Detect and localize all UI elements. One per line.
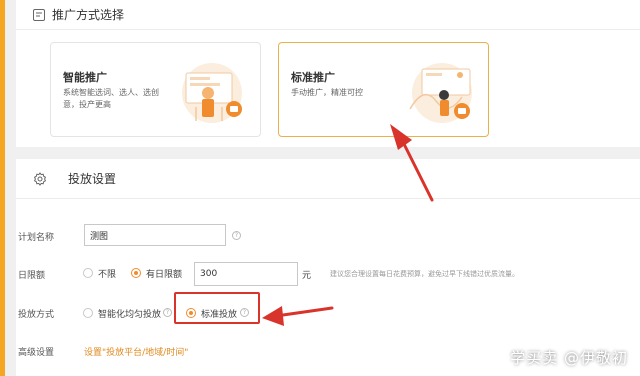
unlimited-radio[interactable] [83, 268, 93, 278]
promo-method-panel: 推广方式选择 智能推广 系统智能选词、选人、选创意，投产更高 标准推广 手动推广… [16, 0, 640, 147]
plan-name-help-icon[interactable]: ? [232, 231, 241, 240]
standard-promotion-card[interactable]: 标准推广 手动推广，精准可控 [278, 42, 489, 137]
delivery-method-label: 投放方式 [18, 310, 55, 320]
daily-limit-amount-input[interactable]: 300 [194, 262, 298, 286]
promo-method-title: 推广方式选择 [52, 8, 125, 22]
advanced-settings-label: 高级设置 [18, 348, 55, 358]
smart-promotion-title: 智能推广 [63, 71, 107, 84]
delivery-settings-title: 投放设置 [68, 172, 117, 186]
gear-icon [33, 171, 47, 186]
promo-method-header: 推广方式选择 [16, 0, 640, 30]
smart-promotion-illustration [182, 63, 242, 123]
watermark-text: 学买卖 @伊敬初 [510, 349, 628, 367]
even-delivery-radio[interactable] [83, 308, 93, 318]
plan-name-input[interactable]: 测图 [84, 224, 226, 246]
smart-promotion-desc: 系统智能选词、选人、选创意，投产更高 [63, 88, 159, 109]
annotation-highlight-box [174, 292, 260, 324]
plan-name-label: 计划名称 [18, 233, 55, 243]
daily-limit-hint: 建议您合理设置每日花费预算，避免过早下线错过优质流量。 [330, 270, 519, 278]
smart-promotion-card[interactable]: 智能推广 系统智能选词、选人、选创意，投产更高 [50, 42, 261, 137]
document-icon [33, 8, 45, 21]
daily-limit-radio[interactable] [131, 268, 141, 278]
standard-promotion-title: 标准推广 [291, 71, 335, 84]
unlimited-option-label: 不限 [98, 270, 117, 280]
daily-limit-option-label: 有日限额 [146, 270, 183, 280]
standard-promotion-desc: 手动推广，精准可控 [291, 88, 363, 97]
daily-limit-label: 日限额 [18, 271, 46, 281]
advanced-settings-link[interactable]: 设置"投放平台/地域/时间" [84, 345, 188, 358]
standard-promotion-illustration [409, 63, 472, 123]
even-delivery-option-label: 智能化均匀投放 [98, 310, 162, 320]
even-delivery-help-icon[interactable]: ? [163, 308, 172, 317]
currency-unit: 元 [302, 271, 312, 281]
delivery-settings-header: 投放设置 [16, 159, 640, 199]
left-accent-bar [0, 0, 5, 376]
